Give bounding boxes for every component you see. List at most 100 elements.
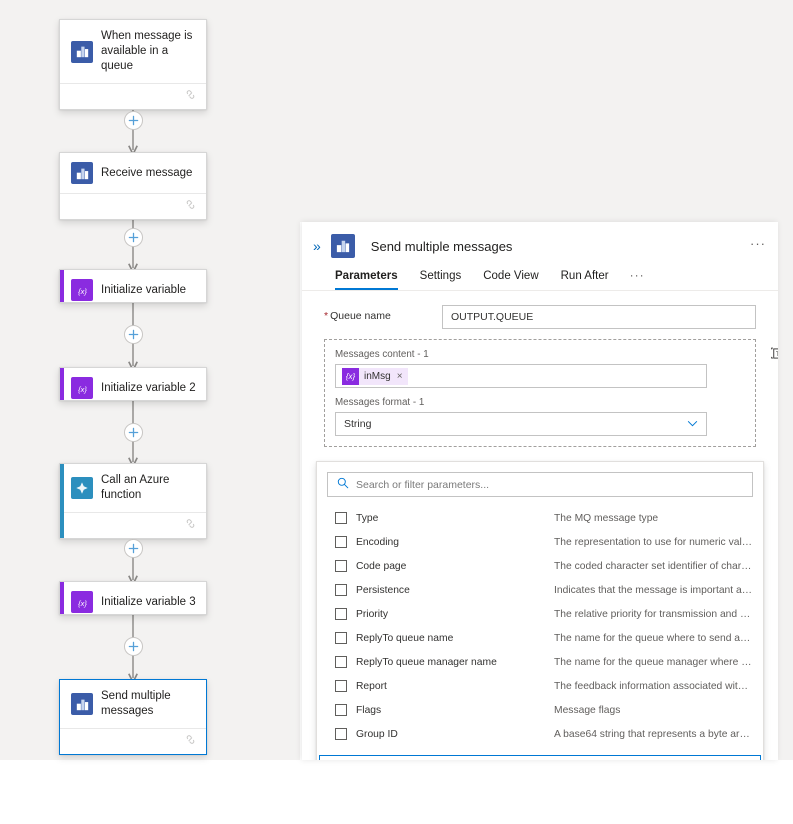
checkbox[interactable] — [335, 656, 347, 668]
node-accent-bar — [60, 270, 64, 302]
token-chip-inmsg[interactable]: {x} inMsg × — [342, 367, 408, 385]
node-header: {x} Initialize variable 3 — [60, 582, 206, 614]
param-name: Priority — [356, 608, 389, 620]
checkbox[interactable] — [335, 536, 347, 548]
messages-format-select[interactable]: String — [335, 412, 707, 436]
mq-icon — [71, 693, 93, 715]
link-icon[interactable] — [184, 517, 197, 535]
action-details-panel: » Send multiple messages ··· Parameters … — [302, 222, 778, 760]
queue-name-value: OUTPUT.QUEUE — [451, 311, 534, 323]
variable-icon: {x} — [71, 591, 93, 613]
search-parameters-box[interactable]: Search or filter parameters... — [327, 472, 753, 497]
param-row-replyto-queue-name[interactable]: ReplyTo queue name The name for the queu… — [327, 626, 753, 650]
node-title: Receive message — [101, 166, 193, 179]
param-description: The relative priority for transmission a… — [554, 608, 753, 620]
workflow-canvas-top-area[interactable] — [300, 0, 793, 222]
tab-run-after[interactable]: Run After — [550, 270, 620, 290]
param-description: The feedback information associated with… — [554, 680, 753, 692]
node-footer — [60, 193, 206, 219]
param-description: The MQ message type — [554, 512, 659, 524]
checkbox[interactable] — [335, 512, 347, 524]
checkbox[interactable] — [335, 704, 347, 716]
node-accent-bar — [60, 464, 64, 538]
node-accent-bar — [60, 582, 64, 614]
param-row-replyto-queue-manager-name[interactable]: ReplyTo queue manager name The name for … — [327, 650, 753, 674]
remove-token-icon[interactable]: × — [396, 371, 403, 382]
tab-parameters[interactable]: Parameters — [324, 270, 409, 290]
tab-settings[interactable]: Settings — [409, 270, 473, 290]
add-step-button-4[interactable] — [124, 423, 143, 442]
checkbox[interactable] — [335, 584, 347, 596]
param-row-group-id[interactable]: Group ID A base64 string that represents… — [327, 722, 753, 746]
add-step-button-3[interactable] — [124, 325, 143, 344]
node-title: Initialize variable — [101, 283, 187, 296]
link-icon[interactable] — [184, 88, 197, 106]
checkbox[interactable] — [335, 632, 347, 644]
messages-content-input[interactable]: {x} inMsg × — [335, 364, 707, 388]
node-title: Initialize variable 2 — [101, 381, 196, 394]
variable-icon: {x} — [71, 279, 93, 301]
mq-icon — [71, 162, 93, 184]
delete-item-icon[interactable]: T — [770, 346, 778, 366]
param-name: Code page — [356, 560, 407, 572]
param-name: Flags — [356, 704, 382, 716]
add-step-button-2[interactable] — [124, 228, 143, 247]
param-name: Type — [356, 512, 379, 524]
node-when-message-available[interactable]: When message is available in a queue — [59, 19, 207, 110]
node-header: {x} Initialize variable — [60, 270, 206, 302]
mq-icon — [71, 40, 93, 63]
param-row-type[interactable]: Type The MQ message type — [327, 506, 753, 530]
node-header: {x} Initialize variable 2 — [60, 368, 206, 400]
param-row-flags[interactable]: Flags Message flags — [327, 698, 753, 722]
add-new-parameter-select[interactable]: Add new parameter — [319, 755, 761, 760]
node-send-multiple-messages[interactable]: Send multiple messages — [59, 679, 207, 755]
svg-text:T: T — [776, 351, 778, 358]
node-receive-message[interactable]: Receive message — [59, 152, 207, 220]
param-row-persistence[interactable]: Persistence Indicates that the message i… — [327, 578, 753, 602]
node-title: Call an Azure function — [101, 474, 170, 501]
param-name: ReplyTo queue manager name — [356, 656, 497, 668]
collapse-panel-icon[interactable]: » — [312, 237, 321, 255]
node-initialize-variable-2[interactable]: {x} Initialize variable 2 — [59, 367, 207, 401]
node-initialize-variable-3[interactable]: {x} Initialize variable 3 — [59, 581, 207, 615]
variable-icon: {x} — [71, 377, 93, 399]
add-step-button-5[interactable] — [124, 539, 143, 558]
node-call-azure-function[interactable]: Call an Azure function — [59, 463, 207, 539]
node-footer — [60, 512, 206, 538]
param-row-priority[interactable]: Priority The relative priority for trans… — [327, 602, 753, 626]
panel-overflow-menu-icon[interactable]: ··· — [750, 236, 766, 251]
param-description: Indicates that the message is important … — [554, 584, 753, 596]
add-step-button-1[interactable] — [124, 111, 143, 130]
link-icon[interactable] — [184, 198, 197, 216]
param-description: The name for the queue manager where to … — [554, 656, 753, 668]
checkbox[interactable] — [335, 560, 347, 572]
panel-title: Send multiple messages — [370, 238, 513, 254]
param-row-report[interactable]: Report The feedback information associat… — [327, 674, 753, 698]
link-icon[interactable] — [184, 733, 197, 751]
node-footer — [60, 83, 206, 109]
checkbox[interactable] — [335, 608, 347, 620]
node-header: When message is available in a queue — [60, 20, 206, 83]
checkbox[interactable] — [335, 728, 347, 740]
param-row-code-page[interactable]: Code page The coded character set identi… — [327, 554, 753, 578]
param-description: The coded character set identifier of ch… — [554, 560, 753, 572]
queue-name-field-row: * Queue name OUTPUT.QUEUE — [324, 305, 756, 329]
variable-icon: {x} — [342, 367, 359, 385]
checkbox[interactable] — [335, 680, 347, 692]
panel-tabs: Parameters Settings Code View Run After … — [302, 258, 778, 291]
node-initialize-variable[interactable]: {x} Initialize variable — [59, 269, 207, 303]
parameter-picker-card: Search or filter parameters... Type The … — [316, 461, 764, 760]
param-name: Encoding — [356, 536, 399, 548]
param-row-encoding[interactable]: Encoding The representation to use for n… — [327, 530, 753, 554]
node-header: Call an Azure function — [60, 464, 206, 512]
add-step-button-6[interactable] — [124, 637, 143, 656]
queue-name-label: * Queue name — [324, 305, 442, 322]
mq-icon — [330, 234, 355, 258]
tabs-overflow-icon[interactable]: ··· — [620, 268, 655, 290]
messages-format-label: Messages format - 1 — [335, 397, 425, 408]
node-title: When message is available in a queue — [101, 30, 193, 72]
tab-code-view[interactable]: Code View — [472, 270, 549, 290]
node-accent-bar — [60, 368, 64, 400]
queue-name-input[interactable]: OUTPUT.QUEUE — [442, 305, 756, 329]
azure-function-icon — [71, 477, 93, 499]
